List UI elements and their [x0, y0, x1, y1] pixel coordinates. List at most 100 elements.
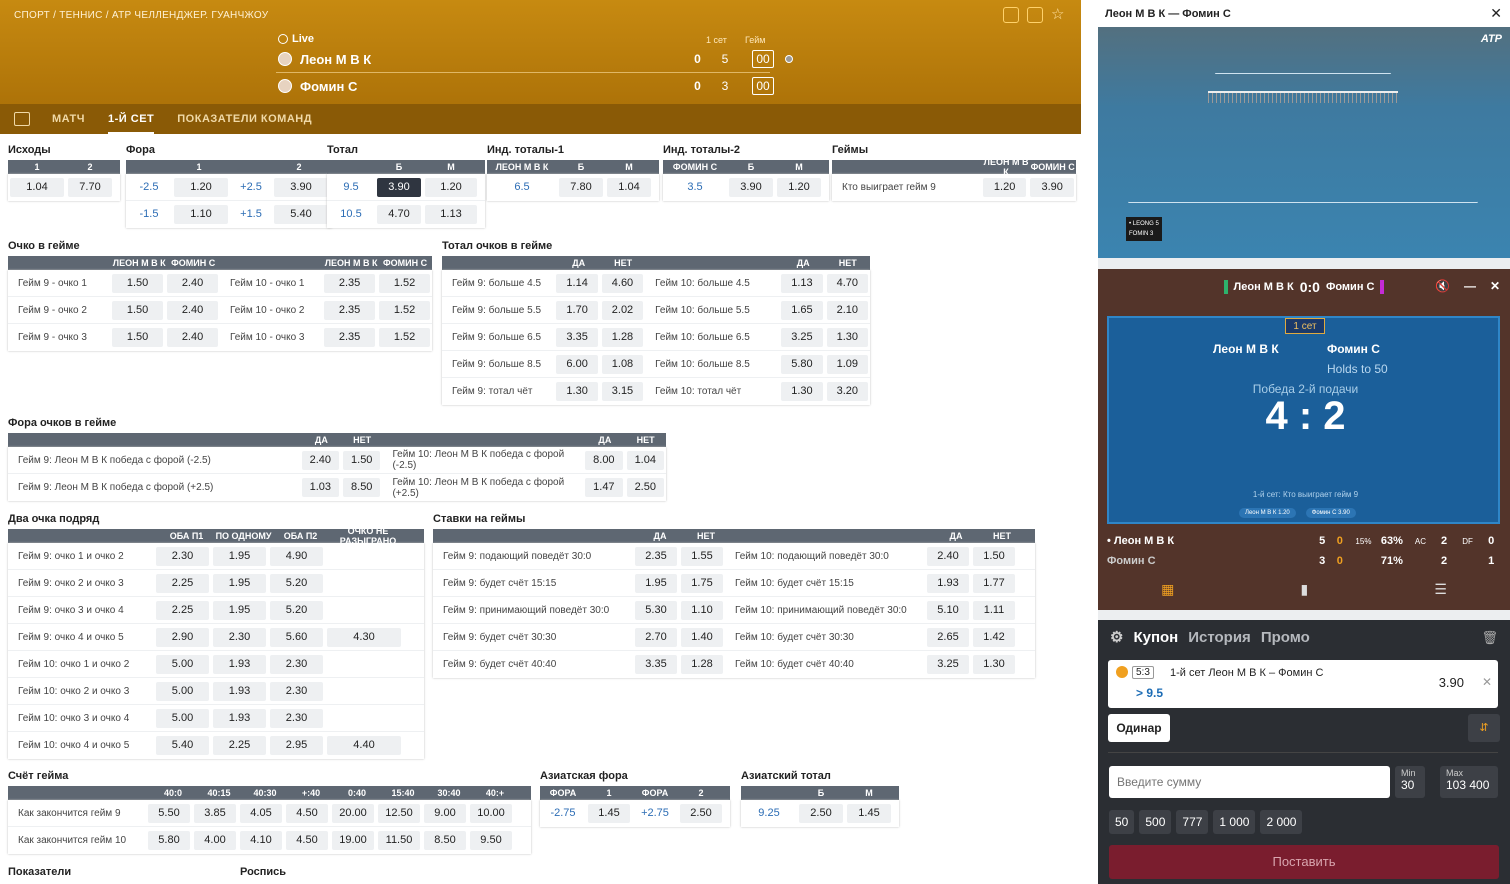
odd-button[interactable]: 1.03 [301, 478, 340, 497]
odd-button[interactable]: 7.80 [559, 178, 603, 197]
odd-button[interactable]: 1.52 [379, 273, 430, 293]
quick-stake-button[interactable]: 2 000 [1260, 810, 1303, 834]
tv-icon[interactable] [1003, 7, 1019, 23]
odd-button[interactable]: 2.25 [156, 573, 209, 593]
odd-button[interactable]: 9.00 [424, 803, 466, 823]
odd-button[interactable]: 2.50 [626, 478, 664, 497]
odd-button[interactable]: 5.10 [927, 600, 969, 620]
odd-button[interactable]: 7.70 [68, 178, 112, 197]
quick-stake-button[interactable]: 500 [1139, 810, 1172, 834]
tab-coupon[interactable]: Купон [1133, 629, 1178, 646]
odd-button[interactable]: 2.40 [301, 450, 340, 470]
section-schedule[interactable]: Роспись [240, 866, 286, 882]
tab-team-stats[interactable]: ПОКАЗАТЕЛИ КОМАНД [177, 104, 312, 134]
odd-button[interactable]: 2.25 [156, 600, 209, 620]
odd-button[interactable]: 1.30 [781, 382, 823, 401]
odd-button[interactable]: 9.50 [470, 831, 512, 850]
odd-button[interactable]: 1.93 [927, 573, 969, 593]
odd-button[interactable]: 2.35 [324, 300, 376, 320]
odd-button[interactable]: 3.25 [781, 327, 823, 347]
scoreboard-icon[interactable] [1027, 7, 1043, 23]
odd-button[interactable]: 4.30 [327, 627, 401, 647]
odd-button[interactable]: 1.13 [781, 273, 823, 293]
odd-button[interactable]: 2.30 [156, 546, 209, 566]
odd-button[interactable]: 1.13 [425, 205, 477, 224]
odd-button[interactable]: 5.00 [156, 654, 209, 674]
odd-button[interactable]: 2.30 [213, 627, 266, 647]
odd-button[interactable]: 4.50 [286, 831, 328, 850]
odd-button[interactable]: 1.11 [973, 600, 1015, 620]
odd-button[interactable]: 4.90 [270, 546, 323, 566]
odd-button[interactable]: 2.35 [324, 328, 376, 347]
odd-button[interactable]: 1.75 [681, 573, 723, 593]
odd-button[interactable]: 2.40 [927, 546, 969, 566]
odd-button[interactable]: 2.90 [156, 627, 209, 647]
odd-button[interactable]: 2.70 [635, 627, 677, 647]
odd-button[interactable]: 8.00 [585, 450, 623, 470]
odd-button[interactable]: 1.20 [425, 177, 477, 197]
odd-button[interactable]: 1.50 [112, 273, 164, 293]
odd-button[interactable]: 2.02 [601, 300, 644, 320]
stake-input[interactable] [1109, 766, 1390, 798]
video-frame[interactable]: ATP • LEONG 5 FOMIN 3 [1098, 27, 1510, 258]
odd-button[interactable]: 4.00 [194, 831, 236, 850]
odd-button[interactable]: 1.93 [213, 681, 266, 701]
odd-button[interactable]: 1.28 [601, 327, 644, 347]
min-stake[interactable]: Min 30 [1395, 766, 1425, 798]
odd-button[interactable]: 2.50 [799, 804, 843, 823]
odd-button[interactable]: 1.95 [213, 600, 266, 620]
odd-button[interactable]: 4.70 [826, 273, 868, 293]
odd-button[interactable]: 2.30 [270, 708, 323, 728]
odd-button[interactable]: 1.20 [777, 178, 821, 197]
odd-button[interactable]: 4.10 [240, 831, 282, 850]
odd-button[interactable]: 1.65 [781, 300, 823, 320]
odd-button[interactable]: 1.52 [379, 300, 430, 320]
odd-button[interactable]: 5.40 [156, 736, 209, 755]
odd-button[interactable]: 19.00 [332, 831, 374, 850]
odd-button[interactable]: 5.50 [148, 803, 190, 823]
odd-button[interactable]: 1.40 [681, 627, 723, 647]
bet-type-button[interactable]: Одинар [1108, 714, 1170, 742]
odd-button[interactable]: 1.04 [10, 178, 64, 197]
odd-button[interactable]: 3.25 [927, 655, 969, 674]
quick-stake-button[interactable]: 777 [1176, 810, 1209, 834]
odd-button[interactable]: 8.50 [424, 831, 466, 850]
odd-button[interactable]: 11.50 [378, 831, 420, 850]
odd-button[interactable]: 1.50 [112, 328, 164, 347]
odd-button[interactable]: 1.47 [585, 478, 623, 497]
odd-button[interactable]: 4.40 [327, 736, 401, 755]
odd-button[interactable]: 2.40 [167, 328, 218, 347]
odd-button[interactable]: 1.95 [635, 573, 677, 593]
mute-icon[interactable]: 🔇 [1435, 279, 1450, 293]
minimize-icon[interactable]: — [1464, 279, 1476, 293]
tab-set1[interactable]: 1-Й СЕТ [108, 104, 155, 134]
tab-match[interactable]: МАТЧ [52, 104, 85, 134]
odd-button[interactable]: 5.00 [156, 681, 209, 701]
odd-button[interactable]: 2.40 [167, 273, 218, 293]
remove-icon[interactable]: ✕ [1482, 675, 1492, 689]
odd-button[interactable]: 1.09 [826, 354, 868, 374]
tracker-odd-1[interactable]: Леон М В К 1.20 [1239, 508, 1296, 518]
odd-button[interactable]: 3.90 [274, 177, 328, 197]
odd-button[interactable]: 5.80 [781, 354, 823, 374]
swap-icon[interactable]: ⇵ [1468, 714, 1500, 742]
odd-button[interactable]: 3.90 [1030, 178, 1074, 197]
odd-button[interactable]: 1.77 [973, 573, 1015, 593]
quick-stake-button[interactable]: 1 000 [1213, 810, 1256, 834]
odd-button[interactable]: 3.35 [556, 327, 598, 347]
odd-button[interactable]: 5.40 [274, 205, 328, 224]
odd-button[interactable]: 1.30 [973, 655, 1015, 674]
odd-button[interactable]: 5.20 [270, 573, 323, 593]
odd-button[interactable]: 1.20 [982, 178, 1027, 197]
odd-button[interactable]: 1.28 [681, 655, 723, 674]
video-player[interactable]: Леон М В К — Фомин С ✕ ATP • LEONG 5 FOMI… [1098, 0, 1510, 258]
odd-button[interactable]: 12.50 [378, 803, 420, 823]
list-icon[interactable]: ☰ [1434, 581, 1447, 598]
odd-button[interactable]: 4.50 [286, 803, 328, 823]
odd-button[interactable]: 5.30 [635, 600, 677, 620]
odd-button[interactable]: 2.30 [270, 654, 323, 674]
odd-button[interactable]: 4.05 [240, 803, 282, 823]
odd-button[interactable]: 1.50 [112, 300, 164, 320]
stats-icon[interactable] [14, 112, 30, 126]
odd-button[interactable]: 1.50 [343, 450, 381, 470]
